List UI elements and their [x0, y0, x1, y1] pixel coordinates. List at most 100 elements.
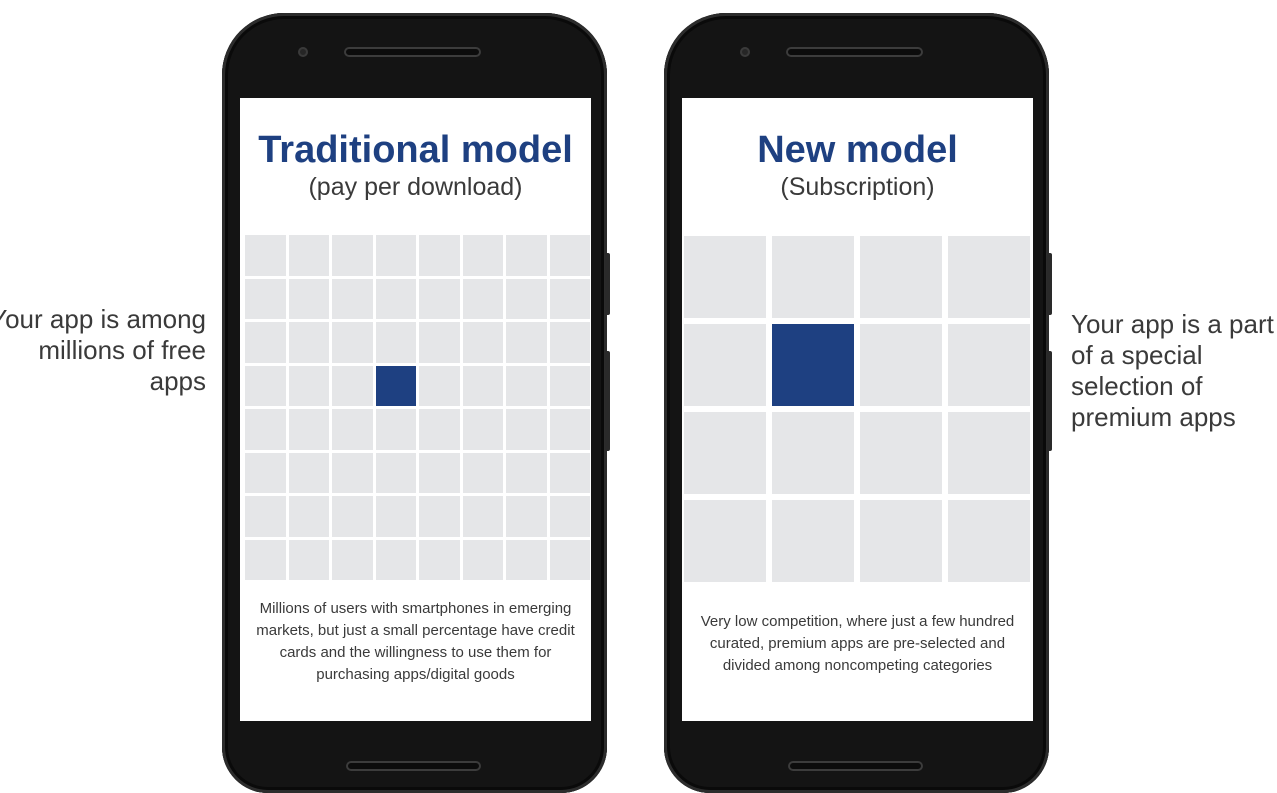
right-caption: Your app is a part of a special selectio…: [1071, 309, 1274, 432]
top-speaker: [344, 47, 481, 57]
app-tile: [288, 235, 329, 276]
app-tile: [375, 278, 416, 319]
app-tile: [288, 496, 329, 537]
app-tile: [506, 539, 547, 580]
model-title: Traditional model: [258, 129, 573, 171]
app-tile: [462, 409, 503, 450]
app-tile: [332, 322, 373, 363]
app-tile: [860, 500, 942, 582]
app-tile: [506, 322, 547, 363]
app-tile: [549, 322, 590, 363]
bottom-speaker: [346, 761, 481, 771]
app-tile: [245, 452, 286, 493]
app-tile: [462, 278, 503, 319]
volume-button: [1047, 351, 1052, 451]
app-tile: [288, 365, 329, 406]
app-tile: [462, 539, 503, 580]
app-tile: [772, 236, 854, 318]
phone-screen: Traditional model (pay per download) Mil…: [240, 98, 591, 721]
app-tile: [506, 452, 547, 493]
bottom-speaker: [788, 761, 923, 771]
app-tile: [860, 324, 942, 406]
app-tile: [549, 235, 590, 276]
app-tile: [419, 278, 460, 319]
app-tile: [288, 409, 329, 450]
phone-screen: New model (Subscription) Very low compet…: [682, 98, 1033, 721]
model-subtitle: (pay per download): [308, 173, 523, 201]
app-tile: [549, 365, 590, 406]
traditional-model-phone: Traditional model (pay per download) Mil…: [222, 13, 610, 793]
app-tile: [549, 496, 590, 537]
app-tile: [332, 496, 373, 537]
volume-button: [605, 351, 610, 451]
app-tile: [419, 235, 460, 276]
app-tile: [245, 322, 286, 363]
app-tile: [549, 278, 590, 319]
app-tile: [375, 409, 416, 450]
app-tile: [462, 235, 503, 276]
left-caption: Your app is among millions of free apps: [0, 304, 206, 396]
app-tile: [288, 539, 329, 580]
app-tile: [332, 278, 373, 319]
model-subtitle: (Subscription): [780, 173, 935, 201]
app-tile: [419, 322, 460, 363]
app-tile: [462, 496, 503, 537]
app-tile: [245, 278, 286, 319]
app-tile: [375, 539, 416, 580]
app-tile: [772, 412, 854, 494]
app-grid: [245, 235, 590, 580]
app-tile: [245, 496, 286, 537]
app-tile: [684, 324, 766, 406]
model-description: Millions of users with smartphones in em…: [256, 600, 575, 683]
app-tile: [549, 539, 590, 580]
app-tile: [288, 452, 329, 493]
app-tile: [419, 409, 460, 450]
app-tile: [245, 539, 286, 580]
app-tile: [245, 409, 286, 450]
app-tile: [860, 236, 942, 318]
app-tile: [549, 409, 590, 450]
app-tile: [506, 496, 547, 537]
app-tile: [332, 539, 373, 580]
app-tile: [375, 235, 416, 276]
app-tile: [506, 409, 547, 450]
app-tile: [462, 322, 503, 363]
app-tile: [684, 412, 766, 494]
app-tile: [419, 452, 460, 493]
app-tile: [948, 412, 1030, 494]
app-tile: [419, 539, 460, 580]
model-title: New model: [757, 129, 958, 171]
app-tile: [332, 409, 373, 450]
app-tile: [506, 278, 547, 319]
app-tile: [506, 365, 547, 406]
app-tile: [549, 452, 590, 493]
app-tile: [860, 412, 942, 494]
app-tile: [772, 500, 854, 582]
app-tile: [332, 365, 373, 406]
app-tile: [462, 452, 503, 493]
app-grid: [684, 236, 1030, 582]
app-tile: [948, 236, 1030, 318]
model-description: Very low competition, where just a few h…: [700, 613, 1015, 674]
app-tile: [419, 496, 460, 537]
app-tile: [375, 322, 416, 363]
app-tile: [288, 322, 329, 363]
app-tile: [245, 235, 286, 276]
app-tile: [462, 365, 503, 406]
app-tile: [948, 324, 1030, 406]
app-tile: [506, 235, 547, 276]
power-button: [605, 253, 610, 315]
app-tile: [375, 452, 416, 493]
power-button: [1047, 253, 1052, 315]
app-tile: [288, 278, 329, 319]
subscription-model-phone: New model (Subscription) Very low compet…: [664, 13, 1052, 793]
app-tile: [245, 365, 286, 406]
top-speaker: [786, 47, 923, 57]
app-tile: [419, 365, 460, 406]
your-app-tile: [772, 324, 854, 406]
app-tile: [948, 500, 1030, 582]
app-tile: [332, 235, 373, 276]
your-app-tile: [375, 365, 416, 406]
app-tile: [332, 452, 373, 493]
camera-icon: [740, 47, 750, 57]
